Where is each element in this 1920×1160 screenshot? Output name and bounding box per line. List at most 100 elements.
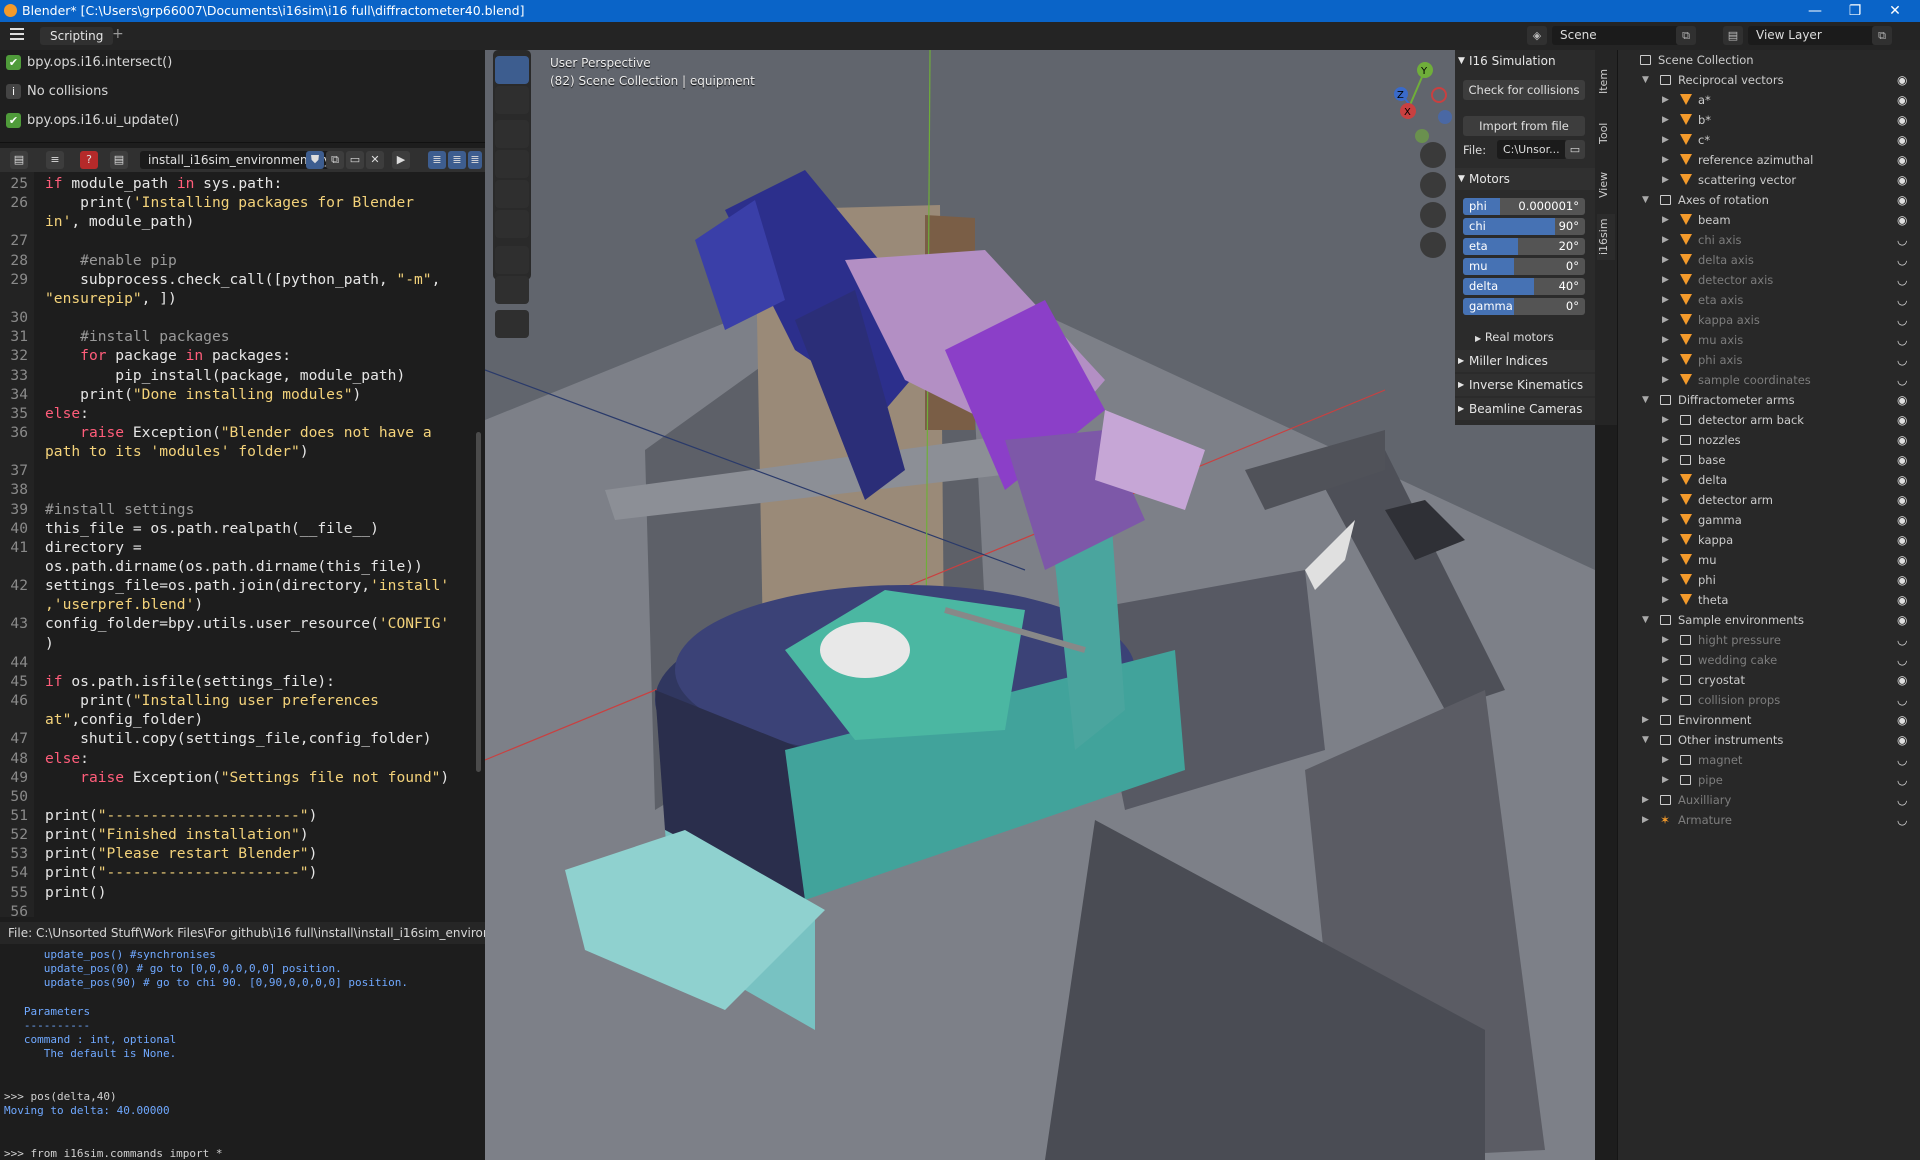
chevron-right-icon[interactable]: ▶ [1662, 90, 1669, 110]
visibility-eye-icon[interactable]: ◉ [1897, 670, 1907, 690]
outliner-row[interactable]: ▼ Other instruments ◉ [1618, 730, 1920, 750]
outliner-row[interactable]: ▶ magnet ◡ [1618, 750, 1920, 770]
subpanel-header[interactable]: ▶ Miller Indices [1455, 350, 1595, 372]
visibility-eye-icon[interactable]: ◉ [1897, 550, 1907, 570]
outliner-row[interactable]: ▼ Sample environments ◉ [1618, 610, 1920, 630]
visibility-eye-icon[interactable]: ◡ [1897, 650, 1907, 670]
visibility-eye-icon[interactable]: ◡ [1897, 230, 1907, 250]
editor-scrollbar[interactable] [472, 172, 485, 917]
visibility-eye-icon[interactable]: ◉ [1897, 470, 1907, 490]
visibility-eye-icon[interactable]: ◉ [1897, 150, 1907, 170]
cursor-icon[interactable] [495, 86, 529, 114]
view-layer-field[interactable]: View Layer [1748, 26, 1876, 45]
text-browse-icon[interactable]: ▤ [110, 151, 128, 169]
visibility-eye-icon[interactable]: ◉ [1897, 170, 1907, 190]
motor-slider-phi[interactable]: phi 0.000001° [1463, 198, 1585, 215]
chevron-down-icon[interactable]: ▼ [1642, 70, 1649, 90]
chevron-right-icon[interactable]: ▶ [1662, 670, 1669, 690]
hand-pan-icon[interactable] [1420, 172, 1446, 198]
chevron-right-icon[interactable]: ▶ [1662, 490, 1669, 510]
outliner-row[interactable]: ▶ detector arm back ◉ [1618, 410, 1920, 430]
visibility-eye-icon[interactable]: ◉ [1897, 90, 1907, 110]
grid-icon[interactable] [1420, 232, 1446, 258]
chevron-right-icon[interactable]: ▶ [1642, 810, 1649, 830]
sidebar-tab-view[interactable]: View [1597, 162, 1615, 208]
transform-icon[interactable] [495, 210, 529, 238]
sidebar-tab-i16sim[interactable]: i16sim [1597, 214, 1615, 260]
outliner-row[interactable]: ▶ theta ◉ [1618, 590, 1920, 610]
3d-viewport[interactable]: User Perspective (82) Scene Collection |… [485, 50, 1595, 1160]
chevron-right-icon[interactable]: ▶ [1662, 250, 1669, 270]
measure-icon[interactable] [495, 276, 529, 304]
chevron-right-icon[interactable]: ▶ [1662, 210, 1669, 230]
add-cube-icon[interactable] [495, 310, 529, 338]
chevron-right-icon[interactable]: ▶ [1662, 630, 1669, 650]
chevron-right-icon[interactable]: ▶ [1662, 430, 1669, 450]
chevron-right-icon[interactable]: ▶ [1662, 590, 1669, 610]
folder-icon[interactable]: ▭ [346, 151, 364, 169]
outliner-row[interactable]: ▶ Environment ◉ [1618, 710, 1920, 730]
visibility-eye-icon[interactable]: ◡ [1897, 770, 1907, 790]
chevron-right-icon[interactable]: ▶ [1662, 270, 1669, 290]
scene-selector-icon[interactable]: ◈ [1527, 26, 1547, 45]
outliner-row[interactable]: ▶ eta axis ◡ [1618, 290, 1920, 310]
folder-icon[interactable]: ▭ [1565, 140, 1585, 159]
outliner-row[interactable]: ▶ scattering vector ◉ [1618, 170, 1920, 190]
chevron-right-icon[interactable]: ▶ [1662, 290, 1669, 310]
word-wrap-icon[interactable]: ≣ [448, 151, 466, 169]
outliner-row[interactable]: ▶ detector arm ◉ [1618, 490, 1920, 510]
visibility-eye-icon[interactable]: ◡ [1897, 370, 1907, 390]
outliner-row[interactable]: ▶ a* ◉ [1618, 90, 1920, 110]
outliner-row[interactable]: ▼ Axes of rotation ◉ [1618, 190, 1920, 210]
outliner-row[interactable]: ▼ Diffractometer arms ◉ [1618, 390, 1920, 410]
shield-icon[interactable]: ⛊ [306, 151, 324, 169]
visibility-eye-icon[interactable]: ◉ [1897, 530, 1907, 550]
visibility-eye-icon[interactable]: ◉ [1897, 110, 1907, 130]
move-icon[interactable] [495, 120, 529, 148]
scrollbar-thumb[interactable] [476, 432, 481, 772]
import-from-file-button[interactable]: Import from file [1463, 116, 1585, 136]
chevron-right-icon[interactable]: ▶ [1662, 550, 1669, 570]
chevron-down-icon[interactable]: ▼ [1642, 610, 1649, 630]
visibility-eye-icon[interactable]: ◉ [1897, 70, 1907, 90]
outliner-row[interactable]: ▶ phi ◉ [1618, 570, 1920, 590]
scale-icon[interactable] [495, 180, 529, 208]
visibility-eye-icon[interactable]: ◡ [1897, 750, 1907, 770]
visibility-eye-icon[interactable]: ◉ [1897, 450, 1907, 470]
visibility-eye-icon[interactable]: ◉ [1897, 390, 1907, 410]
outliner-row[interactable]: ▶ base ◉ [1618, 450, 1920, 470]
chevron-down-icon[interactable]: ▼ [1642, 390, 1649, 410]
chevron-right-icon[interactable]: ▶ [1662, 170, 1669, 190]
duplicate-icon[interactable]: ⧉ [326, 151, 344, 169]
select-box-icon[interactable] [495, 56, 529, 84]
chevron-down-icon[interactable]: ▼ [1642, 730, 1649, 750]
outliner-row[interactable]: ▶ beam ◉ [1618, 210, 1920, 230]
code-editor[interactable]: if module_path in sys.path: print('Insta… [0, 172, 472, 917]
maximize-button[interactable]: ❐ [1835, 1, 1875, 21]
i16-simulation-header[interactable]: ▼ I16 Simulation [1455, 50, 1595, 72]
minimize-button[interactable]: — [1795, 1, 1835, 21]
editor-type-icon[interactable]: ▤ [10, 151, 28, 169]
visibility-eye-icon[interactable]: ◡ [1897, 310, 1907, 330]
visibility-eye-icon[interactable]: ◉ [1897, 570, 1907, 590]
rotate-icon[interactable] [495, 150, 529, 178]
outliner-row[interactable]: ▶ reference azimuthal ◉ [1618, 150, 1920, 170]
outliner-row[interactable]: ▶ chi axis ◡ [1618, 230, 1920, 250]
visibility-eye-icon[interactable]: ◉ [1897, 130, 1907, 150]
visibility-eye-icon[interactable]: ◉ [1897, 210, 1907, 230]
chevron-down-icon[interactable]: ▼ [1642, 190, 1649, 210]
chevron-right-icon[interactable]: ▶ [1662, 770, 1669, 790]
visibility-eye-icon[interactable]: ◉ [1897, 730, 1907, 750]
scene-field[interactable]: Scene [1552, 26, 1680, 45]
visibility-eye-icon[interactable]: ◡ [1897, 290, 1907, 310]
chevron-right-icon[interactable]: ▶ [1662, 650, 1669, 670]
outliner-row[interactable]: ▶ gamma ◉ [1618, 510, 1920, 530]
outliner-row[interactable]: ▶ pipe ◡ [1618, 770, 1920, 790]
chevron-right-icon[interactable]: ▶ [1642, 790, 1649, 810]
outliner-row[interactable]: ▶ phi axis ◡ [1618, 350, 1920, 370]
outliner-row[interactable]: ▶ hight pressure ◡ [1618, 630, 1920, 650]
outliner-row[interactable]: ▼ Reciprocal vectors ◉ [1618, 70, 1920, 90]
chevron-right-icon[interactable]: ▶ [1662, 230, 1669, 250]
python-console[interactable]: update_pos() #synchronises update_pos(0)… [0, 944, 485, 1160]
chevron-right-icon[interactable]: ▶ [1662, 570, 1669, 590]
